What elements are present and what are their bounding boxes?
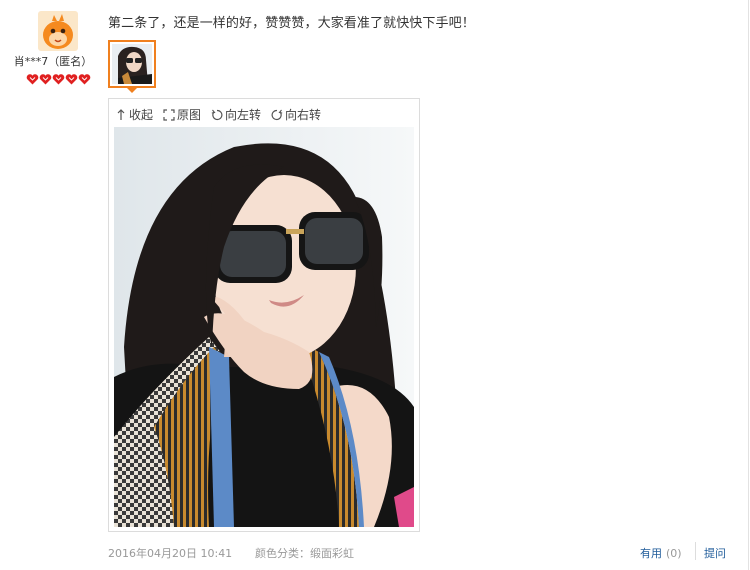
photo-viewer: 收起 原图 向左转 向右转 <box>108 98 420 532</box>
rotate-right-label: 向右转 <box>285 108 322 122</box>
rotate-right-button[interactable]: 向右转 <box>271 106 321 123</box>
selected-thumbnail-indicator <box>126 87 138 93</box>
review-date: 2016年04月20日 10:41 <box>108 547 233 560</box>
review-photo-large <box>114 127 414 527</box>
rotate-right-icon <box>271 109 283 121</box>
ask-question-button[interactable]: 提问 <box>704 545 726 561</box>
original-image-button[interactable]: 原图 <box>163 106 201 123</box>
reviewer-info: 肖***7（匿名） <box>0 0 106 100</box>
rotate-left-icon <box>211 109 223 121</box>
useful-count: (0) <box>666 547 682 560</box>
collapse-button[interactable]: 收起 <box>115 106 153 123</box>
collapse-label: 收起 <box>129 108 154 122</box>
heart-icon <box>52 71 65 85</box>
heart-icon <box>65 71 78 85</box>
mascot-avatar-icon[interactable] <box>38 11 78 51</box>
reviewer-level-hearts <box>26 71 91 85</box>
original-image-label: 原图 <box>177 108 202 122</box>
rotate-left-button[interactable]: 向左转 <box>211 106 261 123</box>
review-content: 第二条了，还是一样的好，赞赞赞，大家看准了就快快下手吧！ <box>108 16 475 31</box>
rotate-left-label: 向左转 <box>225 108 262 122</box>
viewer-toolbar: 收起 原图 向左转 向右转 <box>115 106 331 123</box>
heart-icon <box>78 71 91 85</box>
useful-label: 有用 <box>640 547 662 560</box>
arrow-up-icon <box>115 108 127 121</box>
right-border-line <box>748 0 749 570</box>
heart-icon <box>26 71 39 85</box>
expand-icon <box>163 108 175 121</box>
action-divider <box>695 542 696 560</box>
reviewer-name: 肖***7（匿名） <box>13 55 93 68</box>
review-photo-thumbnail[interactable] <box>108 40 156 88</box>
purchased-color-option: 颜色分类：缎面彩虹 <box>255 547 354 560</box>
useful-button[interactable]: 有用 (0) <box>640 545 682 561</box>
heart-icon <box>39 71 52 85</box>
